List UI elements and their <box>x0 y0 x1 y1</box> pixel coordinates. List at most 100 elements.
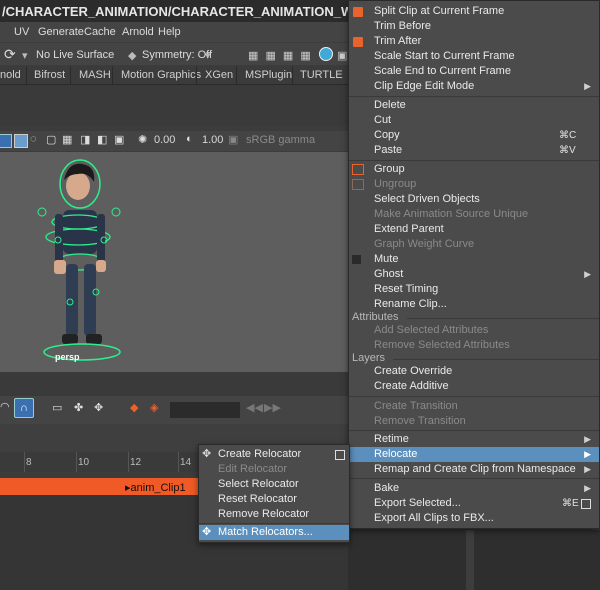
gamma-field[interactable]: 1.00 <box>202 134 223 146</box>
menu-divider <box>349 478 599 479</box>
menu-item-label: Clip Edge Edit Mode <box>374 80 475 92</box>
clip-label: anim_Clip1 <box>130 482 186 494</box>
character-add-icon[interactable]: ✥ <box>94 401 103 414</box>
menu-item-label: Reset Relocator <box>218 493 297 505</box>
menu-item-remove-selected-attributes: Remove Selected Attributes <box>349 338 599 353</box>
key-icon[interactable]: ◠ <box>0 400 10 413</box>
tick-label: 10 <box>78 457 90 468</box>
xray-icon[interactable]: ▢ <box>46 133 56 146</box>
clip-search-field[interactable] <box>170 402 240 418</box>
menu-item-select-relocator[interactable]: Select Relocator <box>199 477 349 492</box>
character-icon[interactable]: ✤ <box>74 401 83 414</box>
prev-key-icon[interactable]: ◀◀ <box>246 401 263 414</box>
menu-item-remove-relocator[interactable]: Remove Relocator <box>199 507 349 522</box>
menu-item-group[interactable]: Group <box>349 162 599 177</box>
menu-item-reset-relocator[interactable]: Reset Relocator <box>199 492 349 507</box>
menu-item-remap-create-clip[interactable]: Remap and Create Clip from Namespace ▶ <box>349 462 599 477</box>
menu-item-copy[interactable]: Copy ⌘C <box>349 128 599 143</box>
menu-item-label: Group <box>374 163 405 175</box>
menu-cache[interactable]: Cache <box>84 26 116 38</box>
insert-clip-icon[interactable]: ◈ <box>150 401 158 414</box>
menu-item-extend-parent[interactable]: Extend Parent <box>349 222 599 237</box>
menu-item-create-transition: Create Transition <box>349 399 599 414</box>
ipr-render-icon[interactable] <box>319 47 333 61</box>
tab-msplugin[interactable]: MSPlugin <box>245 69 292 81</box>
tab-motion-graphics[interactable]: Motion Graphics <box>121 69 201 81</box>
menu-item-export-all-fbx[interactable]: Export All Clips to FBX... <box>349 511 599 526</box>
tab-bifrost[interactable]: Bifrost <box>34 69 65 81</box>
menu-item-delete[interactable]: Delete <box>349 98 599 113</box>
symmetry-icon: ◆ <box>128 50 137 62</box>
menu-item-create-override[interactable]: Create Override <box>349 364 599 379</box>
menu-item-make-source-unique: Make Animation Source Unique <box>349 207 599 222</box>
menu-item-match-relocators[interactable]: ✥ Match Relocators... <box>199 525 349 540</box>
magnet-icon[interactable]: ∩ <box>14 398 34 418</box>
menu-item-retime[interactable]: Retime ▶ <box>349 432 599 447</box>
character-rig[interactable] <box>0 152 360 372</box>
menu-item-label: Retime <box>374 433 409 445</box>
time-ruler[interactable]: 8 10 12 14 <box>0 452 200 472</box>
menu-item-scale-end[interactable]: Scale End to Current Frame <box>349 64 599 79</box>
render-icons[interactable]: ▦ ▦ ▦ ▦ <box>248 49 313 62</box>
lighting-icon[interactable]: ◌ <box>30 133 37 145</box>
menu-uv[interactable]: UV <box>14 26 29 38</box>
match-relocator-icon: ✥ <box>202 526 212 538</box>
render-settings-icon[interactable]: ▣ <box>337 49 347 62</box>
smooth-shade-icon[interactable] <box>14 134 28 148</box>
gamma-icon[interactable]: ◐ <box>186 133 193 145</box>
menu-generate[interactable]: Generate <box>38 26 84 38</box>
option-box-icon[interactable] <box>581 499 591 509</box>
menu-item-label: Trim Before <box>374 20 432 32</box>
exposure-icon[interactable]: ✺ <box>138 133 147 146</box>
option-box-icon[interactable] <box>335 450 345 460</box>
tab-xgen[interactable]: XGen <box>205 69 233 81</box>
menu-divider <box>199 523 349 524</box>
chevron-down-icon[interactable]: ▾ <box>22 49 28 62</box>
viewport-3d[interactable] <box>0 152 360 372</box>
chevron-down-icon[interactable]: ▾ <box>205 49 211 62</box>
menu-item-trim-before[interactable]: Trim Before <box>349 19 599 34</box>
menu-item-label: Ghost <box>374 268 404 280</box>
ao-icon[interactable]: ◧ <box>97 133 107 146</box>
menu-item-reset-timing[interactable]: Reset Timing <box>349 282 599 297</box>
isolate-icon[interactable]: ◨ <box>80 133 90 146</box>
next-key-icon[interactable]: ▶▶ <box>264 401 281 414</box>
menu-item-rename-clip[interactable]: Rename Clip... <box>349 297 599 312</box>
menu-arnold[interactable]: Arnold <box>122 26 154 38</box>
tab-turtle[interactable]: TURTLE <box>300 69 343 81</box>
menu-help[interactable]: Help <box>158 26 181 38</box>
tab-arnold[interactable]: nold <box>0 69 21 81</box>
menu-item-cut[interactable]: Cut <box>349 113 599 128</box>
menu-item-bake[interactable]: Bake ▶ <box>349 481 599 496</box>
menu-item-trim-after[interactable]: Trim After <box>349 34 599 49</box>
menu-item-select-driven[interactable]: Select Driven Objects <box>349 192 599 207</box>
aa-icon[interactable]: ▣ <box>114 133 124 146</box>
status-line: ⟳ ▾ No Live Surface ◆ Symmetry: Off ▾ ▦ … <box>0 43 360 65</box>
menu-item-create-additive[interactable]: Create Additive <box>349 379 599 394</box>
menu-item-label: Split Clip at Current Frame <box>374 5 505 17</box>
menu-item-split-clip[interactable]: Split Clip at Current Frame <box>349 4 599 19</box>
menu-item-create-relocator[interactable]: ✥ Create Relocator <box>199 447 349 462</box>
grid-icon[interactable]: ▦ <box>62 133 72 146</box>
menu-item-export-selected[interactable]: Export Selected... ⌘E <box>349 496 599 511</box>
camera-icon[interactable]: ▭ <box>52 401 62 414</box>
menu-item-mute[interactable]: Mute <box>349 252 599 267</box>
menu-item-relocate[interactable]: Relocate ▶ <box>349 447 599 462</box>
exposure-field[interactable]: 0.00 <box>154 134 175 146</box>
menu-item-label: Remove Selected Attributes <box>374 339 510 351</box>
colorspace-label[interactable]: sRGB gamma <box>246 134 315 146</box>
menu-item-add-selected-attributes: Add Selected Attributes <box>349 323 599 338</box>
add-clip-icon[interactable]: ◆ <box>130 401 138 414</box>
symmetry-dropdown[interactable]: Symmetry: Off <box>142 49 212 61</box>
menu-item-paste[interactable]: Paste ⌘V <box>349 143 599 158</box>
menu-item-clip-edge-edit-mode[interactable]: Clip Edge Edit Mode ▶ <box>349 79 599 94</box>
menu-item-label: Copy <box>374 129 400 141</box>
menu-item-scale-start[interactable]: Scale Start to Current Frame <box>349 49 599 64</box>
menu-divider <box>349 396 599 397</box>
menu-item-label: Scale Start to Current Frame <box>374 50 515 62</box>
wireframe-icon[interactable] <box>0 134 12 148</box>
menu-item-ghost[interactable]: Ghost ▶ <box>349 267 599 282</box>
tab-mash[interactable]: MASH <box>79 69 111 81</box>
curve-icon[interactable]: ⟳ <box>4 46 16 63</box>
live-surface-field[interactable]: No Live Surface <box>36 49 114 61</box>
